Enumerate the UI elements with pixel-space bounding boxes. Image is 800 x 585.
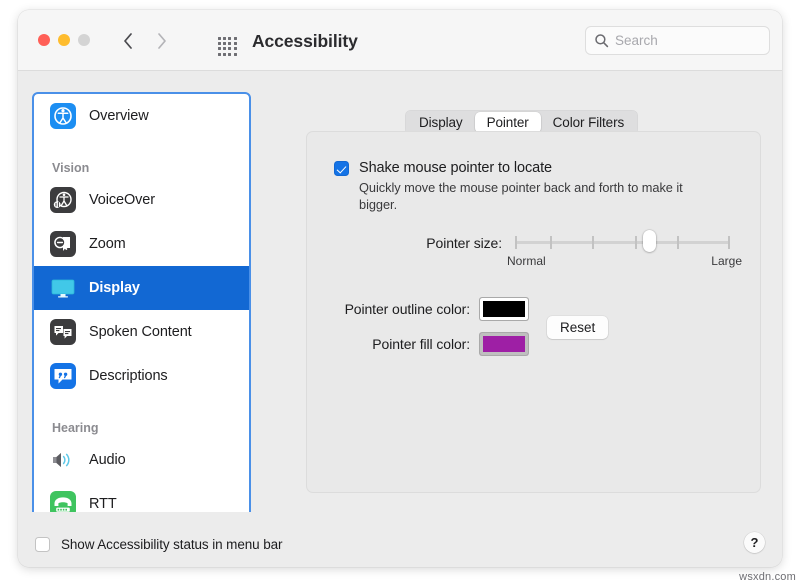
- main-pane: Display Pointer Color Filters Shake mous…: [266, 92, 769, 518]
- navigation-arrows: [121, 30, 169, 52]
- display-monitor-icon: [50, 275, 76, 301]
- pointer-size-slider[interactable]: Normal Large: [515, 232, 730, 272]
- slider-track[interactable]: [515, 241, 730, 244]
- descriptions-quote-icon: [50, 363, 76, 389]
- window-titlebar: Accessibility: [18, 10, 782, 71]
- slider-tick: [550, 236, 552, 249]
- pointer-fill-color-well[interactable]: [480, 333, 528, 355]
- sidebar-item-label: Audio: [89, 452, 126, 468]
- screenshot-root: Accessibility: [0, 0, 800, 585]
- sidebar-scroll-area[interactable]: Overview Vision: [34, 94, 249, 516]
- minimize-button-icon[interactable]: [58, 34, 70, 46]
- pointer-fill-color-label: Pointer fill color:: [307, 336, 470, 352]
- shake-pointer-row[interactable]: Shake mouse pointer to locate Quickly mo…: [334, 160, 704, 213]
- search-input[interactable]: [615, 33, 755, 48]
- tab-color-filters[interactable]: Color Filters: [541, 112, 636, 133]
- shake-pointer-description: Quickly move the mouse pointer back and …: [359, 180, 704, 213]
- maximize-button-icon[interactable]: [78, 34, 90, 46]
- slider-max-label: Large: [711, 254, 742, 268]
- slider-tick: [677, 236, 679, 249]
- sidebar-item-label: Spoken Content: [89, 324, 192, 340]
- close-button-icon[interactable]: [38, 34, 50, 46]
- system-preferences-window: Accessibility: [18, 10, 782, 567]
- reset-button[interactable]: Reset: [547, 316, 608, 339]
- sidebar-item-label: Zoom: [89, 236, 126, 252]
- pointer-fill-color-row: Pointer fill color:: [307, 333, 528, 355]
- sidebar-item-label: VoiceOver: [89, 192, 155, 208]
- shake-pointer-checkbox[interactable]: [334, 161, 349, 176]
- slider-min-label: Normal: [507, 254, 546, 268]
- tab-display[interactable]: Display: [407, 112, 475, 133]
- accessibility-sidebar[interactable]: Overview Vision: [32, 92, 251, 518]
- traffic-light-buttons: [38, 34, 90, 46]
- shake-pointer-label: Shake mouse pointer to locate: [359, 160, 704, 176]
- shake-pointer-texts: Shake mouse pointer to locate Quickly mo…: [359, 160, 704, 213]
- sidebar-item-zoom[interactable]: Zoom: [34, 222, 249, 266]
- sidebar-item-rtt[interactable]: RTT: [34, 482, 249, 516]
- sidebar-item-overview[interactable]: Overview: [34, 94, 249, 138]
- voiceover-icon: [50, 187, 76, 213]
- slider-thumb[interactable]: [643, 230, 656, 252]
- sidebar-item-descriptions[interactable]: Descriptions: [34, 354, 249, 398]
- help-button[interactable]: ?: [744, 532, 765, 553]
- pointer-size-row: Pointer size: Normal Large: [307, 232, 762, 278]
- audio-speaker-icon: [50, 447, 76, 473]
- sidebar-item-display[interactable]: Display: [34, 266, 249, 310]
- sidebar-item-audio[interactable]: Audio: [34, 438, 249, 482]
- search-field[interactable]: [585, 26, 770, 55]
- window-content: Overview Vision: [18, 71, 782, 512]
- page-title: Accessibility: [252, 31, 358, 52]
- sidebar-item-label: Overview: [89, 108, 149, 124]
- sidebar-item-voiceover[interactable]: VoiceOver: [34, 178, 249, 222]
- slider-tick: [592, 236, 594, 249]
- watermark: wsxdn.com: [739, 571, 796, 583]
- search-icon: [594, 33, 609, 48]
- pointer-outline-color-label: Pointer outline color:: [307, 301, 470, 317]
- speech-bubbles-icon: [50, 319, 76, 345]
- menu-bar-status-row[interactable]: Show Accessibility status in menu bar: [35, 536, 282, 552]
- accessibility-person-icon: [50, 103, 76, 129]
- menu-bar-status-checkbox[interactable]: [35, 537, 50, 552]
- show-all-grid-icon[interactable]: [218, 37, 239, 54]
- sidebar-item-label: RTT: [89, 496, 117, 512]
- tab-pointer[interactable]: Pointer: [475, 112, 541, 133]
- sidebar-item-label: Descriptions: [89, 368, 168, 384]
- menu-bar-status-label: Show Accessibility status in menu bar: [61, 537, 282, 552]
- back-chevron-icon[interactable]: [121, 30, 135, 52]
- sidebar-item-spoken-content[interactable]: Spoken Content: [34, 310, 249, 354]
- pointer-outline-color-well[interactable]: [480, 298, 528, 320]
- pointer-size-label: Pointer size:: [352, 235, 502, 251]
- forward-chevron-icon[interactable]: [155, 30, 169, 52]
- slider-tick: [515, 236, 517, 249]
- pointer-settings-panel: Shake mouse pointer to locate Quickly mo…: [306, 131, 761, 493]
- window-footer: Show Accessibility status in menu bar ?: [18, 512, 782, 567]
- sidebar-item-label: Display: [89, 280, 140, 296]
- slider-tick: [728, 236, 730, 249]
- slider-tick: [635, 236, 637, 249]
- sidebar-group-vision: Vision: [34, 146, 249, 178]
- sidebar-group-hearing: Hearing: [34, 406, 249, 438]
- pointer-outline-color-row: Pointer outline color:: [307, 298, 528, 320]
- zoom-magnifier-icon: [50, 231, 76, 257]
